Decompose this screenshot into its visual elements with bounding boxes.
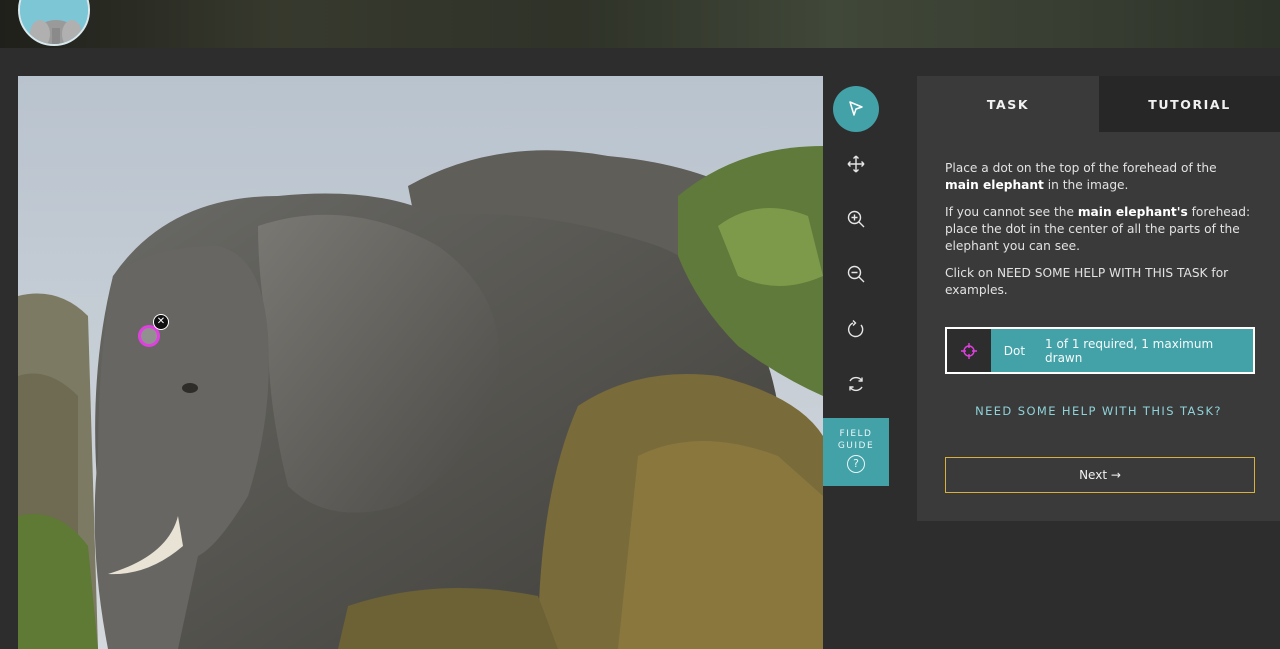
- delete-mark-icon[interactable]: ✕: [153, 314, 169, 330]
- rotate-icon: [847, 320, 864, 338]
- zoom-out-button[interactable]: [833, 251, 879, 297]
- image-toolbar: FIELD GUIDE ?: [823, 76, 889, 649]
- panel-tabs: TASK TUTORIAL: [917, 76, 1280, 132]
- question-icon: ?: [847, 455, 865, 473]
- instruction-paragraph-3: Click on NEED SOME HELP WITH THIS TASK f…: [945, 266, 1229, 297]
- dot-tool-label: Dot: [1003, 343, 1026, 358]
- task-panel: TASK TUTORIAL Place a dot on the top of …: [917, 76, 1280, 521]
- dot-tool-count: 1 of 1 required, 1 maximum drawn: [1045, 336, 1214, 365]
- crosshair-icon: [960, 342, 977, 359]
- field-guide-label-2: GUIDE: [837, 441, 875, 451]
- elephant-photo: [18, 76, 823, 649]
- next-button[interactable]: Next →: [945, 457, 1255, 493]
- pointer-icon: [849, 101, 863, 116]
- field-guide-button[interactable]: FIELD GUIDE ?: [823, 418, 889, 486]
- zoom-in-button[interactable]: [833, 196, 879, 242]
- reset-button[interactable]: [833, 361, 879, 407]
- tab-tutorial[interactable]: TUTORIAL: [1099, 76, 1280, 132]
- task-instructions: Place a dot on the top of the forehead o…: [917, 132, 1280, 299]
- instruction-paragraph-1: Place a dot on the top of the forehead o…: [945, 160, 1252, 194]
- need-help-link[interactable]: NEED SOME HELP WITH THIS TASK?: [917, 404, 1280, 418]
- instruction-text: in the image.: [1043, 178, 1129, 192]
- instruction-text: Place a dot on the top of the forehead o…: [945, 161, 1217, 175]
- instruction-text: If you cannot see the: [945, 205, 1078, 219]
- instruction-emphasis: main elephant's: [1077, 205, 1188, 219]
- annotate-tool-button[interactable]: [833, 86, 879, 132]
- project-header: [0, 0, 1280, 48]
- instruction-paragraph-2: If you cannot see the main elephant's fo…: [945, 204, 1252, 255]
- move-icon: [847, 155, 865, 173]
- zoom-out-icon: [847, 265, 865, 283]
- field-guide-label-1: FIELD: [839, 429, 873, 439]
- dot-tool-button[interactable]: Dot 1 of 1 required, 1 maximum drawn: [945, 327, 1255, 374]
- zoom-in-icon: [847, 210, 865, 228]
- rotate-button[interactable]: [833, 306, 879, 352]
- move-tool-button[interactable]: [833, 141, 879, 187]
- dot-tool-icon-box: [947, 329, 991, 372]
- instruction-emphasis: main elephant: [945, 178, 1044, 192]
- reset-icon: [849, 376, 863, 392]
- elephant-avatar-icon: [20, 0, 88, 44]
- project-avatar: [18, 0, 90, 46]
- tab-task[interactable]: TASK: [917, 76, 1099, 132]
- subject-image[interactable]: ✕: [18, 76, 823, 649]
